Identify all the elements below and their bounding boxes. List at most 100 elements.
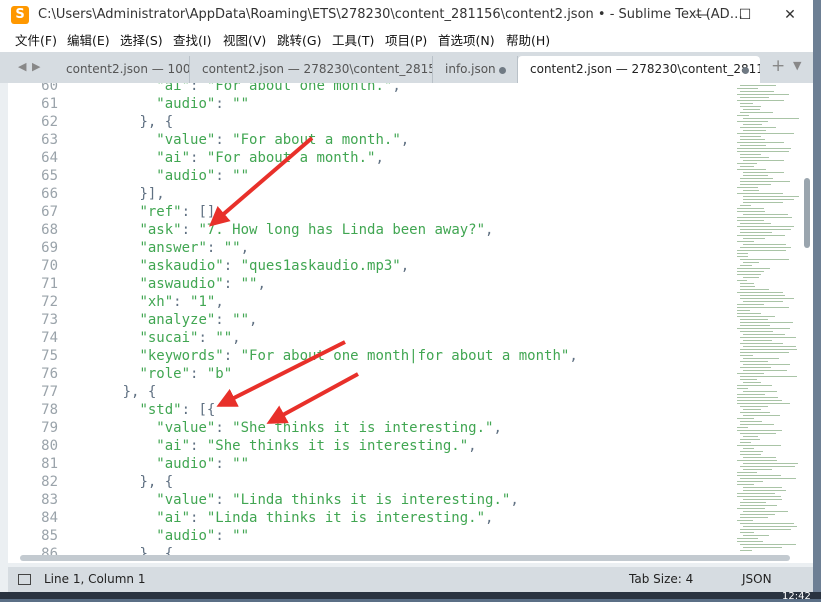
code-line[interactable]: "xh": "1", <box>72 293 223 311</box>
minimap-line <box>740 181 790 182</box>
code-line[interactable]: }, { <box>72 473 173 491</box>
new-tab-plus-icon[interactable]: + <box>771 56 785 76</box>
code-line[interactable]: "ai": "For about one month.", <box>72 83 400 95</box>
unsaved-dot-icon[interactable] <box>499 67 506 74</box>
menu-view[interactable]: 视图(V) <box>223 30 266 52</box>
minimap-line <box>737 328 790 329</box>
code-line[interactable]: "answer": "", <box>72 239 249 257</box>
code-editor[interactable]: 60 61 62 63 64 65 66 67 68 69 70 71 72 73 74 75 76 77 78 79… <box>8 83 813 563</box>
json-key: "audio" <box>156 96 216 112</box>
tab-info-json[interactable]: info.json <box>433 56 518 83</box>
menu-tools[interactable]: 工具(T) <box>332 30 374 52</box>
json-value: "She thinks it is interesting." <box>232 420 494 436</box>
minimap-line <box>737 169 766 170</box>
maximize-button[interactable]: ☐ <box>723 0 767 30</box>
code-line[interactable]: "ai": "Linda thinks it is interesting.", <box>72 509 493 527</box>
json-value: "She thinks it is interesting." <box>206 438 469 454</box>
tab-content2-1000487[interactable]: content2.json — 1000487 <box>54 56 190 83</box>
minimap-line <box>737 226 794 227</box>
unsaved-dot-icon[interactable] <box>742 67 749 74</box>
code-line[interactable]: "aswaudio": "", <box>72 275 265 293</box>
syntax-mode[interactable]: JSON <box>742 567 772 592</box>
code-line[interactable]: "sucai": "", <box>72 329 240 347</box>
minimap-line <box>740 406 768 407</box>
minimap[interactable] <box>733 83 803 553</box>
line-number: 71 <box>41 276 58 292</box>
code-line[interactable]: "value": "For about a month.", <box>72 131 409 149</box>
cursor-position[interactable]: Line 1, Column 1 <box>44 567 146 592</box>
minimap-line <box>740 451 763 452</box>
close-button[interactable]: ✕ <box>768 0 812 30</box>
minimap-line <box>737 388 748 389</box>
minimap-line <box>737 280 747 281</box>
tab-prev-icon[interactable]: ◀ <box>18 60 26 73</box>
minimap-line <box>740 319 768 320</box>
tab-size[interactable]: Tab Size: 4 <box>629 567 693 592</box>
minimap-line <box>743 340 772 341</box>
menu-edit[interactable]: 编辑(E) <box>67 30 110 52</box>
menu-preferences[interactable]: 首选项(N) <box>438 30 495 52</box>
code-line[interactable]: }, { <box>72 383 157 401</box>
minimap-line <box>743 238 765 239</box>
code-line[interactable]: "ai": "She thinks it is interesting.", <box>72 437 476 455</box>
horizontal-scrollbar[interactable] <box>20 555 790 561</box>
code-line[interactable]: "ask": "7. How long has Linda been away?… <box>72 221 493 239</box>
code-line[interactable]: "askaudio": "ques1askaudio.mp3", <box>72 257 409 275</box>
json-key: "ai" <box>156 438 191 454</box>
minimap-line <box>743 463 798 464</box>
code-line[interactable]: "audio": "" <box>72 95 249 113</box>
code-line[interactable]: }], <box>72 185 164 203</box>
tab-list-chevron-icon[interactable]: ▼ <box>793 59 801 72</box>
json-value: "" <box>223 240 241 256</box>
minimize-button[interactable]: — <box>680 0 724 30</box>
minimap-line <box>740 355 753 356</box>
json-key: "audio" <box>156 168 216 184</box>
title-bar[interactable]: S C:\Users\Administrator\AppData\Roaming… <box>0 0 813 30</box>
code-line[interactable]: "value": "She thinks it is interesting."… <box>72 419 502 437</box>
tab-content2-281530[interactable]: content2.json — 278230\content_281530 <box>190 56 433 83</box>
minimap-line <box>740 97 769 98</box>
json-key: "ai" <box>156 510 191 526</box>
code-line[interactable]: "value": "Linda thinks it is interesting… <box>72 491 518 509</box>
minimap-line <box>743 535 769 536</box>
line-number: 72 <box>41 294 58 310</box>
code-line[interactable]: "ai": "For about a month.", <box>72 149 384 167</box>
code-line[interactable]: }, { <box>72 113 173 131</box>
vertical-scrollbar[interactable] <box>804 178 810 248</box>
menu-goto[interactable]: 跳转(G) <box>277 30 321 52</box>
minimap-line <box>743 196 799 197</box>
line-number: 64 <box>41 150 58 166</box>
code-line[interactable]: "audio": "" <box>72 455 249 473</box>
menu-file[interactable]: 文件(F) <box>15 30 57 52</box>
minimap-line <box>737 445 781 446</box>
minimap-line <box>743 448 754 449</box>
minimap-line <box>737 220 764 221</box>
menu-selection[interactable]: 选择(S) <box>120 30 163 52</box>
code-line[interactable]: "keywords": "For about one month|for abo… <box>72 347 577 365</box>
minimap-line <box>740 361 768 362</box>
minimap-line <box>737 400 782 401</box>
minimap-line <box>737 256 748 257</box>
tab-content2-281156[interactable]: content2.json — 278230\content_281156 <box>518 56 760 83</box>
code-line[interactable]: "ref": [], <box>72 203 223 221</box>
minimap-line <box>743 370 787 371</box>
line-number: 82 <box>41 474 58 490</box>
minimap-line <box>740 343 783 344</box>
panel-toggle-icon[interactable] <box>18 574 31 585</box>
minimap-line <box>740 412 770 413</box>
menu-project[interactable]: 项目(P) <box>385 30 427 52</box>
code-line[interactable]: "analyze": "", <box>72 311 257 329</box>
minimap-line <box>737 304 764 305</box>
code-line[interactable]: "std": [{ <box>72 401 215 419</box>
minimap-line <box>740 247 791 248</box>
code-line[interactable]: "audio": "" <box>72 167 249 185</box>
minimap-line <box>740 439 760 440</box>
json-value: "Linda thinks it is interesting." <box>206 510 486 526</box>
line-number: 66 <box>41 186 58 202</box>
menu-help[interactable]: 帮助(H) <box>506 30 550 52</box>
code-line[interactable]: "audio": "" <box>72 527 249 545</box>
minimap-line <box>740 424 774 425</box>
tab-next-icon[interactable]: ▶ <box>32 60 40 73</box>
code-line[interactable]: "role": "b" <box>72 365 232 383</box>
menu-find[interactable]: 查找(I) <box>173 30 211 52</box>
